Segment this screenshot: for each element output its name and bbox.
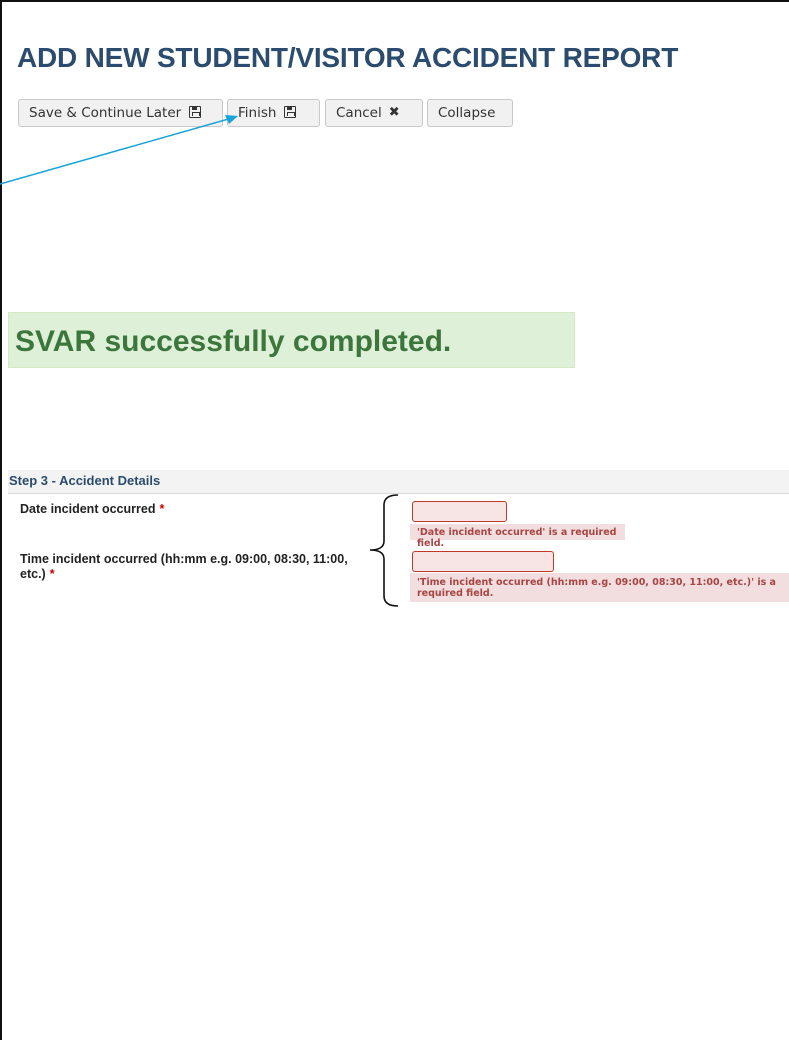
- time-error-message: 'Time incident occurred (hh:mm e.g. 09:0…: [417, 577, 776, 599]
- date-incident-field[interactable]: [412, 501, 507, 522]
- cancel-label: Cancel: [336, 105, 382, 121]
- frame-border-top: [0, 0, 789, 2]
- step-header: Step 3 - Accident Details: [8, 470, 789, 494]
- frame-border-left: [0, 0, 2, 1040]
- time-incident-label: Time incident occurred (hh:mm e.g. 09:00…: [20, 552, 360, 582]
- success-message: SVAR successfully completed.: [15, 325, 452, 358]
- required-marker: *: [49, 567, 55, 581]
- save-continue-later-button[interactable]: Save & Continue Later: [18, 99, 223, 127]
- floppy-disk-icon: [284, 106, 297, 118]
- time-incident-field[interactable]: [412, 551, 554, 572]
- date-error-message: 'Date incident occurred' is a required f…: [417, 527, 617, 549]
- collapse-button[interactable]: Collapse: [427, 99, 513, 127]
- success-banner: SVAR successfully completed.: [8, 312, 575, 368]
- save-continue-later-label: Save & Continue Later: [29, 105, 182, 121]
- finish-label: Finish: [238, 105, 277, 121]
- date-incident-label: Date incident occurred *: [20, 502, 360, 517]
- time-incident-label-text: Time incident occurred (hh:mm e.g. 09:00…: [20, 552, 348, 581]
- annotation-bracket: [369, 494, 399, 607]
- page-title: ADD NEW STUDENT/VISITOR ACCIDENT REPORT: [17, 42, 679, 73]
- floppy-disk-icon: [189, 106, 202, 118]
- close-x-icon: ✖: [388, 105, 400, 120]
- required-marker: *: [159, 502, 165, 516]
- cancel-button[interactable]: Cancel ✖: [325, 99, 423, 127]
- finish-button[interactable]: Finish: [227, 99, 320, 127]
- collapse-label: Collapse: [438, 105, 496, 121]
- date-incident-label-text: Date incident occurred: [20, 502, 156, 516]
